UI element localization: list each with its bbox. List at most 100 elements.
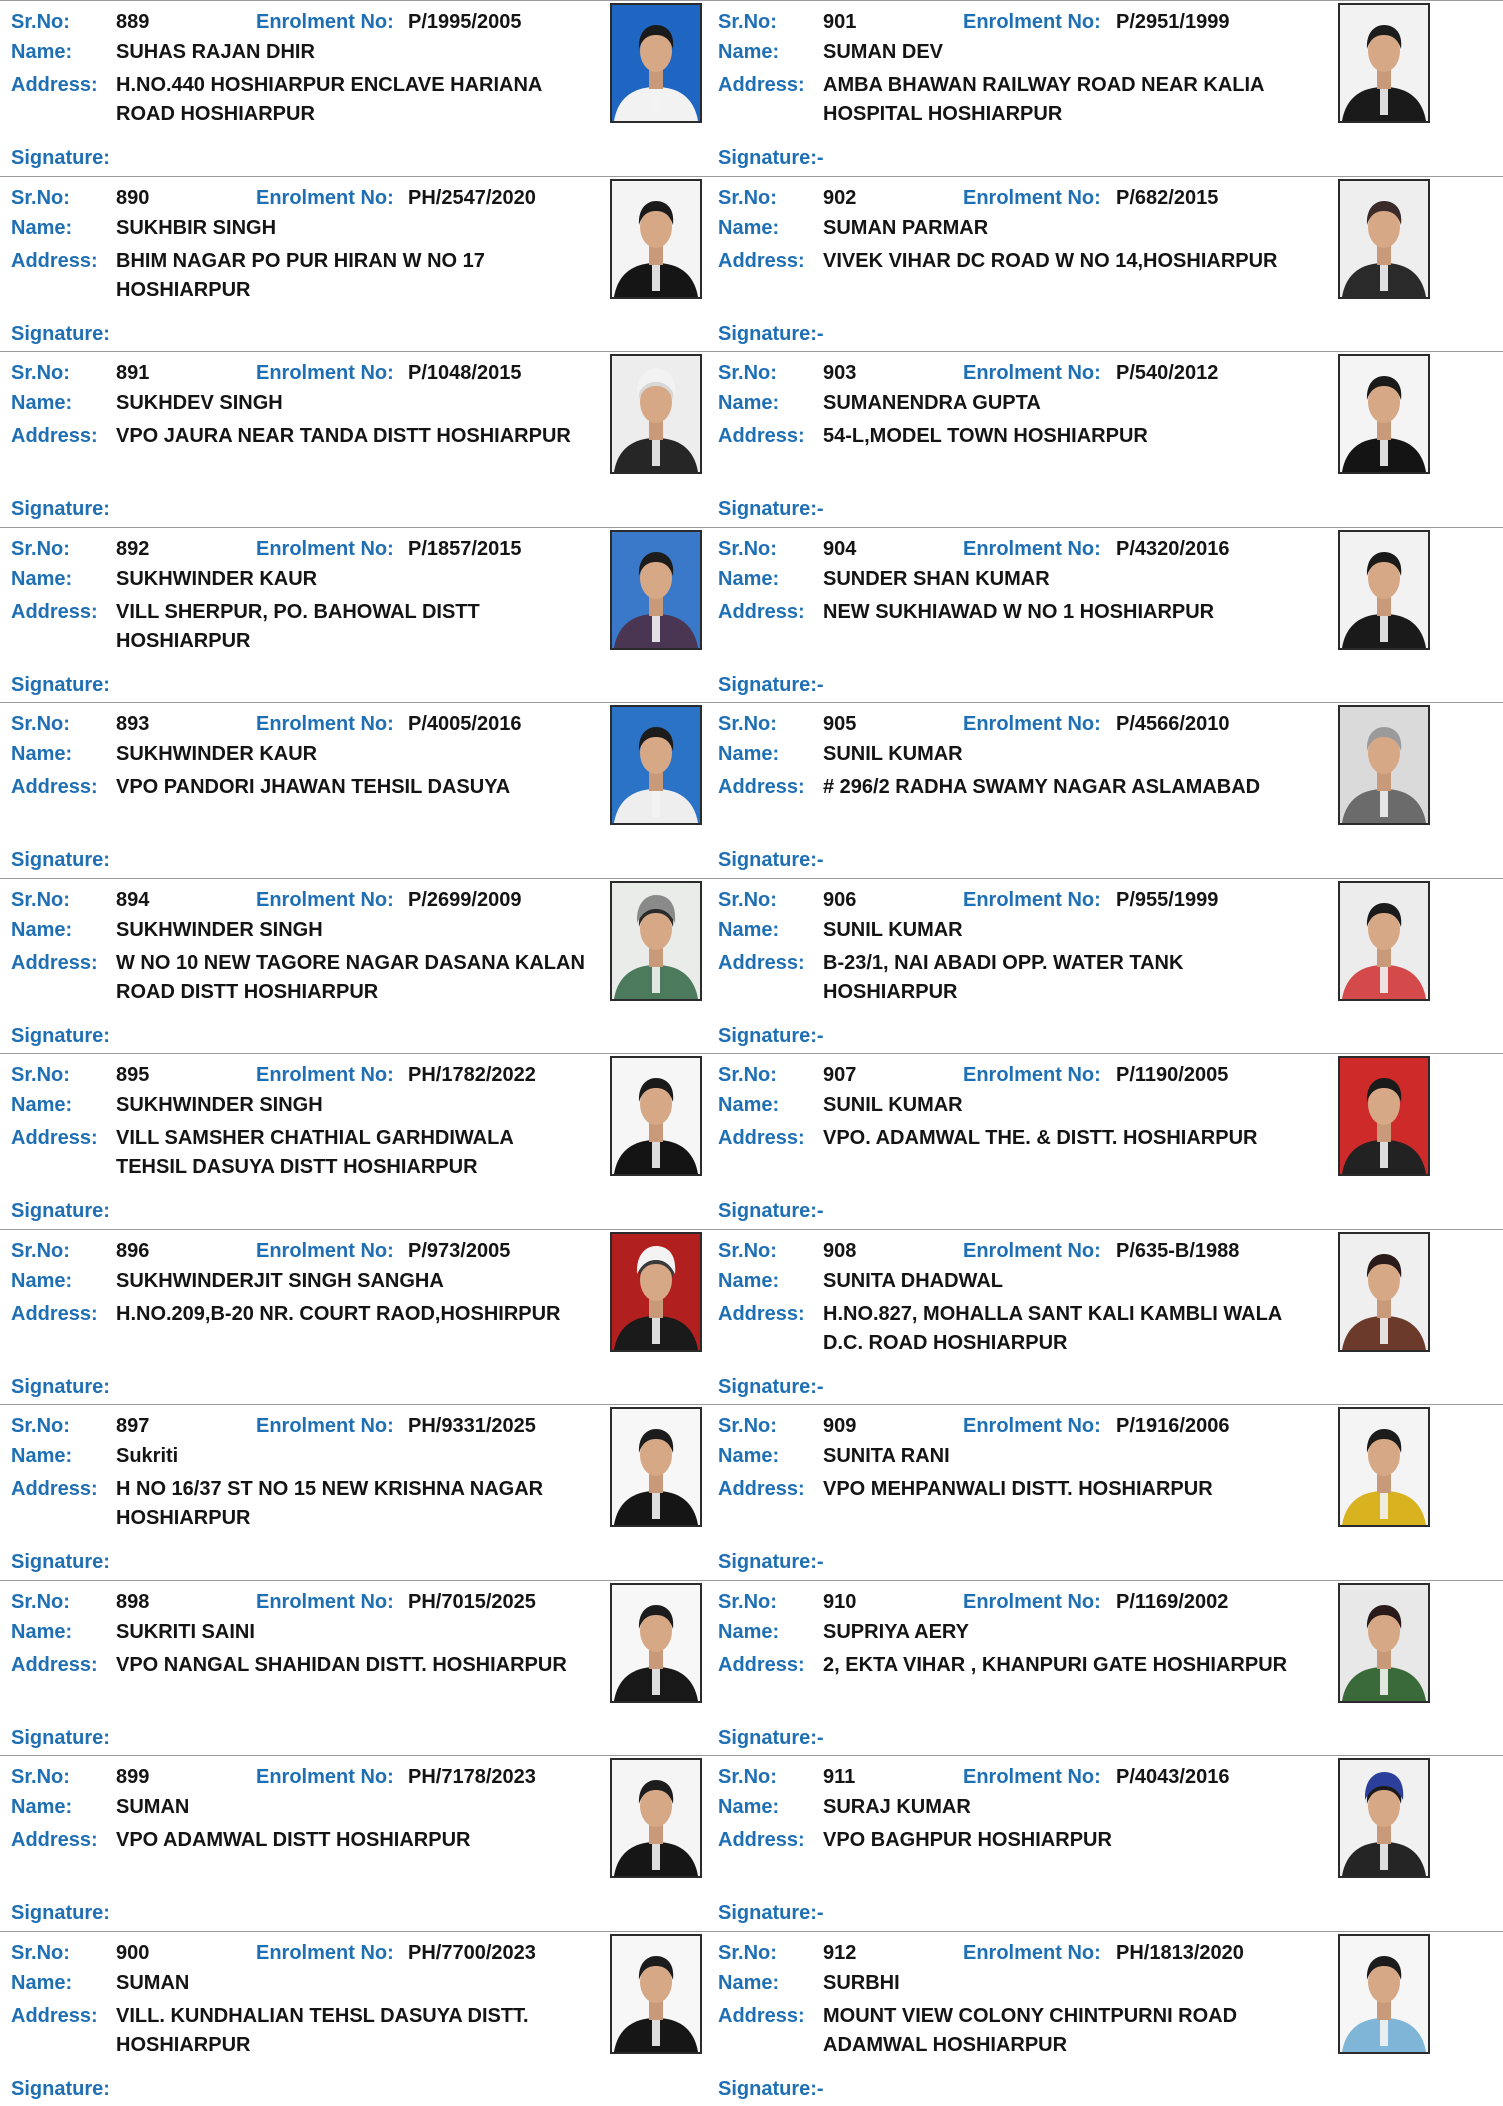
- record-card-894: Sr.No: 894 Enrolment No: P/2699/2009 Nam…: [0, 877, 710, 1054]
- address-label: Address:: [718, 1653, 805, 1676]
- address-label: Address:: [11, 1478, 98, 1500]
- enrolment-no-value: P/973/2005: [408, 1239, 511, 1262]
- enrolment-no-value: P/2951/1999: [1116, 11, 1230, 33]
- name-value: SUHAS RAJAN DHIR: [116, 41, 315, 63]
- signature-label: Signature:: [11, 1200, 110, 1222]
- sr-no-value: 894: [116, 888, 150, 911]
- name-value: SUKHWINDER KAUR: [116, 567, 318, 590]
- record-card-897: Sr.No: 897 Enrolment No: PH/9331/2025 Na…: [0, 1404, 710, 1580]
- member-photo: [610, 705, 702, 825]
- signature-label: Signature:: [11, 1726, 110, 1749]
- member-photo: [610, 1933, 702, 2054]
- name-label: Name:: [11, 216, 73, 239]
- sr-no-value: 895: [116, 1064, 150, 1086]
- member-photo: [1338, 3, 1430, 123]
- address-label: Address:: [718, 951, 805, 974]
- name-value: SUNITA DHADWAL: [823, 1269, 1003, 1292]
- sr-no-label: Sr.No:: [718, 888, 777, 911]
- address-value: VIVEK VIHAR DC ROAD W NO 14,HOSHIARPUR: [823, 249, 1278, 272]
- name-value: SUNIL KUMAR: [823, 918, 963, 941]
- enrolment-no-value: P/1995/2005: [408, 11, 522, 33]
- name-value: SUKHWINDER SINGH: [116, 918, 323, 941]
- enrolment-no-label: Enrolment No:: [963, 186, 1101, 209]
- record-card-895: Sr.No: 895 Enrolment No: PH/1782/2022 Na…: [0, 1053, 710, 1229]
- enrolment-no-label: Enrolment No:: [256, 713, 394, 735]
- enrolment-no-label: Enrolment No:: [963, 362, 1101, 384]
- enrolment-no-label: Enrolment No:: [963, 1415, 1101, 1437]
- enrolment-no-value: P/682/2015: [1116, 186, 1219, 209]
- sr-no-value: 896: [116, 1239, 150, 1262]
- member-photo: [610, 1056, 702, 1176]
- sr-no-label: Sr.No:: [11, 1941, 70, 1964]
- name-value: SUMANENDRA GUPTA: [823, 392, 1041, 414]
- sr-no-label: Sr.No:: [718, 1766, 777, 1788]
- sr-no-value: 908: [823, 1239, 857, 1262]
- name-value: SUMAN: [116, 1796, 190, 1818]
- name-label: Name:: [11, 1620, 73, 1643]
- enrolment-no-label: Enrolment No:: [963, 537, 1101, 560]
- name-value: SUNDER SHAN KUMAR: [823, 567, 1050, 590]
- sr-no-label: Sr.No:: [11, 888, 70, 911]
- enrolment-no-value: P/4566/2010: [1116, 713, 1230, 735]
- sr-no-label: Sr.No:: [718, 713, 777, 735]
- member-photo: [610, 354, 702, 474]
- enrolment-no-value: P/635-B/1988: [1116, 1239, 1240, 1262]
- enrolment-no-value: P/1916/2006: [1116, 1415, 1230, 1437]
- enrolment-no-label: Enrolment No:: [963, 1590, 1101, 1613]
- name-label: Name:: [718, 1971, 780, 1994]
- member-photo: [1338, 1933, 1430, 2054]
- name-label: Name:: [11, 1796, 73, 1818]
- member-photo: [610, 1582, 702, 1703]
- sr-no-label: Sr.No:: [718, 1239, 777, 1262]
- signature-label: Signature:-: [718, 673, 824, 696]
- enrolment-no-label: Enrolment No:: [963, 1766, 1101, 1788]
- sr-no-label: Sr.No:: [11, 713, 70, 735]
- signature-label: Signature:-: [718, 1902, 824, 1924]
- member-photo: [610, 1407, 702, 1527]
- address-value: VPO NANGAL SHAHIDAN DISTT. HOSHIARPUR: [116, 1653, 567, 1676]
- address-label: Address:: [11, 600, 98, 623]
- name-value: SUKHWINDER SINGH: [116, 1094, 323, 1116]
- name-label: Name:: [718, 1445, 780, 1467]
- sr-no-label: Sr.No:: [718, 11, 777, 33]
- name-label: Name:: [11, 1269, 73, 1292]
- address-label: Address:: [718, 1829, 805, 1851]
- address-value: VILL SHERPUR, PO. BAHOWAL DISTT HOSHIARP…: [116, 600, 480, 652]
- address-label: Address:: [718, 74, 805, 96]
- address-value: VPO PANDORI JHAWAN TEHSIL DASUYA: [116, 776, 511, 798]
- address-label: Address:: [11, 1302, 98, 1325]
- name-value: SURAJ KUMAR: [823, 1796, 971, 1818]
- sr-no-value: 911: [823, 1766, 856, 1788]
- sr-no-label: Sr.No:: [718, 1415, 777, 1437]
- signature-label: Signature:-: [718, 1024, 824, 1047]
- record-card-903: Sr.No: 903 Enrolment No: P/540/2012 Name…: [710, 351, 1503, 527]
- name-label: Name:: [718, 1796, 780, 1818]
- enrolment-no-label: Enrolment No:: [963, 1064, 1101, 1086]
- enrolment-no-value: P/1169/2002: [1116, 1590, 1229, 1613]
- name-label: Name:: [11, 1094, 73, 1116]
- sr-no-value: 902: [823, 186, 857, 209]
- sr-no-label: Sr.No:: [718, 537, 777, 560]
- name-value: SUMAN PARMAR: [823, 216, 989, 239]
- member-photo: [610, 1758, 702, 1878]
- name-value: SUMAN DEV: [823, 41, 944, 63]
- address-value: B-23/1, NAI ABADI OPP. WATER TANK HOSHIA…: [823, 951, 1184, 1003]
- sr-no-label: Sr.No:: [11, 186, 70, 209]
- name-label: Name:: [718, 743, 780, 765]
- sr-no-label: Sr.No:: [718, 1590, 777, 1613]
- member-photo: [610, 178, 702, 299]
- sr-no-label: Sr.No:: [718, 1064, 777, 1086]
- name-value: SUMAN: [116, 1971, 190, 1994]
- address-label: Address:: [11, 2004, 98, 2027]
- record-card-911: Sr.No: 911 Enrolment No: P/4043/2016 Nam…: [710, 1755, 1503, 1931]
- address-label: Address:: [718, 425, 805, 447]
- sr-no-label: Sr.No:: [11, 11, 70, 33]
- signature-label: Signature:-: [718, 2077, 824, 2100]
- signature-label: Signature:: [11, 322, 110, 345]
- address-label: Address:: [11, 1127, 98, 1149]
- name-label: Name:: [11, 743, 73, 765]
- enrolment-no-label: Enrolment No:: [963, 11, 1101, 33]
- record-card-892: Sr.No: 892 Enrolment No: P/1857/2015 Nam…: [0, 526, 710, 703]
- name-label: Name:: [718, 41, 780, 63]
- address-label: Address:: [11, 425, 98, 447]
